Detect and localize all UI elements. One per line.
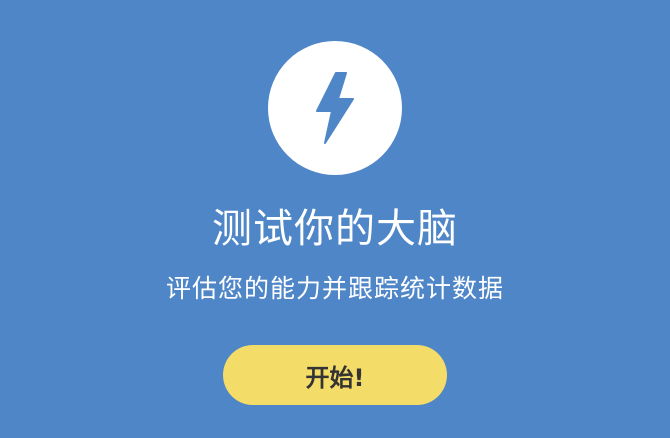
page-title: 测试你的大脑 (212, 206, 458, 252)
lightning-bolt-icon (316, 72, 354, 144)
brain-test-start-screen: 测试你的大脑 评估您的能力并跟踪统计数据 开始! (0, 0, 670, 438)
page-subtitle: 评估您的能力并跟踪统计数据 (165, 274, 504, 303)
hero-icon-circle (268, 41, 402, 175)
start-button[interactable]: 开始! (223, 345, 447, 405)
